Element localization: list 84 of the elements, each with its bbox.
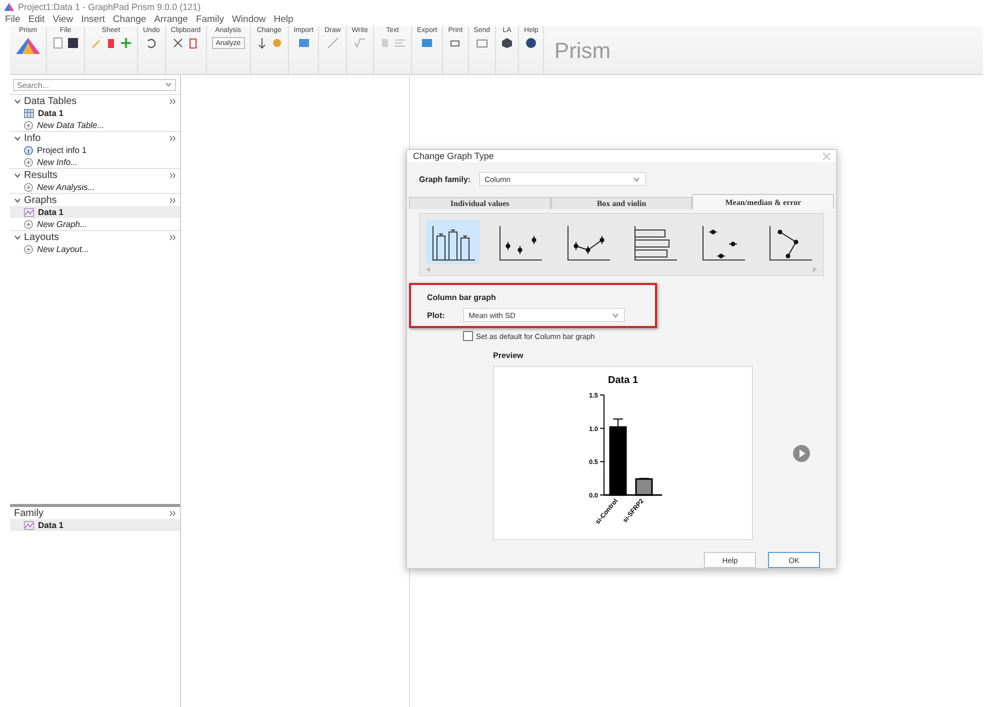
prism-logo-icon[interactable] bbox=[15, 37, 41, 55]
search-field[interactable]: Search... bbox=[13, 79, 176, 91]
sidebar-item[interactable]: New Data Table... bbox=[10, 119, 180, 131]
menu-item[interactable]: Help bbox=[274, 14, 294, 24]
section-title: Family bbox=[14, 508, 44, 518]
double-chevron-icon[interactable] bbox=[170, 234, 176, 240]
window-title: Project1:Data 1 - GraphPad Prism 9.0.0 (121) bbox=[18, 2, 201, 12]
sidebar-item[interactable]: New Info... bbox=[10, 156, 180, 168]
undo-icon[interactable] bbox=[145, 37, 158, 49]
item-label: Data 1 bbox=[38, 520, 64, 530]
item-label: Project info 1 bbox=[37, 145, 87, 155]
chevron-down-icon bbox=[14, 136, 21, 140]
dialog-title: Change Graph Type bbox=[413, 151, 494, 161]
menu-item[interactable]: Edit bbox=[28, 14, 45, 24]
sidebar-item[interactable]: New Analysis... bbox=[10, 181, 180, 193]
section-title: Column bar graph bbox=[427, 293, 496, 302]
chevron-down-icon bbox=[14, 234, 21, 240]
double-chevron-icon[interactable] bbox=[170, 172, 176, 178]
chevron-icon bbox=[165, 82, 172, 87]
sidebar-item[interactable]: Data 1 bbox=[10, 519, 180, 531]
play-icon[interactable] bbox=[793, 444, 810, 462]
chevron-icon bbox=[632, 176, 640, 182]
item-label: Data 1 bbox=[38, 108, 64, 118]
chevron-down-icon bbox=[14, 98, 21, 104]
item-label: Data 1 bbox=[38, 207, 64, 217]
section-title: Info bbox=[24, 132, 41, 144]
item-label: New Info... bbox=[37, 157, 78, 167]
double-chevron-icon[interactable] bbox=[170, 510, 176, 516]
section-title: Data Tables bbox=[24, 96, 77, 106]
error-bar bbox=[612, 418, 624, 428]
add-icon bbox=[24, 158, 33, 166]
sidebar-item[interactable]: Project info 1 bbox=[10, 144, 180, 156]
add-icon bbox=[24, 220, 33, 228]
menu-item[interactable]: View bbox=[52, 14, 74, 24]
sort-icon[interactable] bbox=[256, 37, 268, 49]
add-icon bbox=[24, 244, 33, 254]
menu-item[interactable]: Arrange bbox=[154, 14, 188, 24]
graph-icon bbox=[24, 208, 34, 216]
section-header[interactable]: Info bbox=[10, 131, 180, 144]
menu-item[interactable]: File bbox=[5, 14, 20, 24]
sidebar-item[interactable]: New Graph... bbox=[10, 218, 180, 230]
app-logo-icon bbox=[4, 3, 14, 11]
preview-label: Preview bbox=[493, 351, 524, 360]
section-header[interactable]: Layouts bbox=[10, 230, 180, 243]
section-header[interactable]: Family bbox=[10, 507, 180, 519]
sidebar-item[interactable]: New Layout... bbox=[10, 243, 180, 255]
section-title: Graphs bbox=[24, 194, 57, 206]
table-icon bbox=[24, 108, 34, 118]
mail-icon[interactable] bbox=[476, 37, 488, 49]
menu-item[interactable]: Insert bbox=[81, 14, 105, 24]
add-icon bbox=[24, 120, 33, 130]
chevron-icon bbox=[612, 312, 619, 318]
section-title: Results bbox=[24, 170, 58, 180]
checkbox[interactable] bbox=[463, 331, 473, 341]
chevron-down-icon bbox=[14, 198, 21, 202]
menu-item[interactable]: Window bbox=[232, 14, 266, 24]
field-label: Plot: bbox=[427, 310, 445, 320]
section-header[interactable]: Results bbox=[10, 168, 180, 181]
chevron-down-icon bbox=[14, 172, 21, 178]
field-label: Graph family: bbox=[419, 174, 471, 184]
info-icon bbox=[24, 146, 33, 154]
menu-item[interactable]: Family bbox=[196, 14, 224, 24]
section-header[interactable]: Data Tables bbox=[10, 94, 180, 107]
add-icon bbox=[24, 182, 33, 192]
menu-item[interactable]: Change bbox=[112, 14, 146, 24]
tab[interactable]: Individual values bbox=[409, 197, 551, 209]
tab[interactable]: Box and violin bbox=[550, 197, 692, 209]
brand-logo: Prism bbox=[554, 38, 611, 62]
scissors-icon[interactable] bbox=[172, 37, 184, 49]
section-title: Layouts bbox=[24, 232, 60, 242]
plus-icon[interactable] bbox=[120, 37, 132, 49]
item-label: New Graph... bbox=[37, 219, 88, 229]
tab[interactable]: Mean/median & error bbox=[692, 194, 834, 209]
item-label: New Analysis... bbox=[37, 182, 95, 192]
item-label: New Data Table... bbox=[37, 120, 104, 130]
sidebar-item[interactable]: Data 1 bbox=[10, 107, 180, 119]
item-label: New Layout... bbox=[37, 244, 89, 254]
graph-icon bbox=[24, 520, 34, 530]
double-chevron-icon[interactable] bbox=[170, 136, 176, 140]
graph-type-option[interactable] bbox=[426, 220, 480, 264]
sidebar-item[interactable]: Data 1 bbox=[10, 206, 180, 218]
double-chevron-icon[interactable] bbox=[170, 98, 176, 104]
double-chevron-icon[interactable] bbox=[170, 198, 176, 202]
chart-title: Data 1 bbox=[608, 375, 638, 386]
